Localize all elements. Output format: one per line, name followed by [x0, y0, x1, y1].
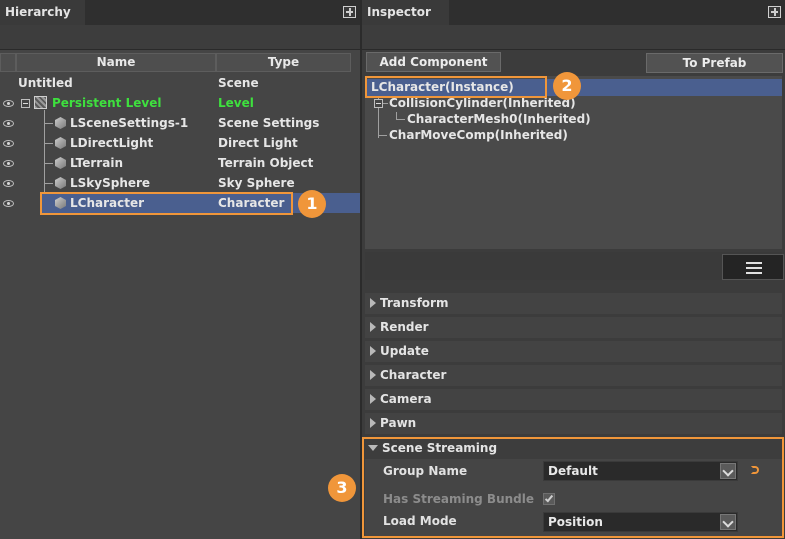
hierarchy-row-type: Direct Light	[218, 136, 298, 150]
inspector-tabbar: Inspector	[362, 0, 785, 25]
pin-icon[interactable]	[343, 6, 356, 18]
section-label: Transform	[380, 296, 449, 310]
hierarchy-row-name: LDirectLight	[70, 136, 154, 150]
hierarchy-row-name: LTerrain	[70, 156, 123, 170]
hierarchy-row-lterrain[interactable]: LTerrain Terrain Object	[0, 153, 360, 173]
visibility-eye-icon[interactable]	[3, 160, 14, 167]
inspector-subtoolbar	[365, 252, 782, 280]
hierarchy-row-type: Level	[218, 96, 254, 110]
actor-cube-icon	[55, 117, 66, 129]
tree-line	[396, 119, 405, 120]
add-component-button[interactable]: Add Component	[366, 52, 501, 72]
inspector-toolbar-strip	[362, 25, 785, 50]
expand-arrow-icon	[370, 370, 376, 380]
hierarchy-column-visibility	[0, 53, 16, 72]
visibility-eye-icon[interactable]	[3, 120, 14, 127]
actor-cube-icon	[55, 157, 66, 169]
tree-line	[378, 135, 387, 136]
visibility-eye-icon[interactable]	[3, 200, 14, 207]
hierarchy-row-type: Terrain Object	[218, 156, 314, 170]
hierarchy-tabbar: Hierarchy	[0, 0, 360, 25]
expand-arrow-icon	[370, 322, 376, 332]
hierarchy-row-name: LSceneSettings-1	[70, 116, 189, 130]
hierarchy-column-name[interactable]: Name	[16, 53, 216, 72]
level-icon	[34, 96, 47, 109]
inspector-tab[interactable]: Inspector	[362, 0, 449, 25]
section-transform[interactable]: Transform	[365, 293, 782, 314]
section-label: Character	[380, 368, 447, 382]
callout-badge-2: 2	[553, 72, 581, 100]
hierarchy-search-bar[interactable]	[0, 25, 360, 50]
hierarchy-row-type: Sky Sphere	[218, 176, 295, 190]
section-pawn[interactable]: Pawn	[365, 413, 782, 434]
expand-arrow-icon	[370, 298, 376, 308]
section-camera[interactable]: Camera	[365, 389, 782, 410]
hierarchy-row-name: Untitled	[18, 76, 73, 90]
component-item-character-mesh[interactable]: CharacterMesh0(Inherited)	[407, 111, 591, 128]
tree-line	[383, 103, 388, 104]
callout-box-2	[365, 76, 547, 98]
hierarchy-row-untitled[interactable]: Untitled Scene	[0, 73, 360, 93]
callout-badge-1: 1	[298, 190, 326, 218]
hierarchy-row-name: LSkySphere	[70, 176, 151, 190]
hierarchy-row-lscenesettings[interactable]: LSceneSettings-1 Scene Settings	[0, 113, 360, 133]
hierarchy-column-type[interactable]: Type	[216, 53, 351, 72]
section-label: Render	[380, 320, 429, 334]
hierarchy-tab[interactable]: Hierarchy	[0, 0, 85, 25]
expand-arrow-icon	[370, 418, 376, 428]
section-label: Update	[380, 344, 429, 358]
collapse-icon[interactable]	[374, 99, 383, 108]
visibility-eye-icon[interactable]	[3, 180, 14, 187]
pin-icon[interactable]	[768, 6, 781, 18]
hierarchy-row-name: Persistent Level	[52, 96, 162, 110]
callout-box-1	[40, 192, 293, 215]
actor-cube-icon	[55, 177, 66, 189]
section-label: Pawn	[380, 416, 417, 430]
details-view-button[interactable]	[722, 254, 784, 280]
callout-badge-3: 3	[328, 474, 356, 502]
expand-arrow-icon	[370, 346, 376, 356]
section-character[interactable]: Character	[365, 365, 782, 386]
to-prefab-button[interactable]: To Prefab	[646, 53, 783, 73]
hierarchy-row-persistent-level[interactable]: Persistent Level Level	[0, 93, 360, 113]
callout-box-3	[362, 437, 784, 538]
list-lines-icon-mid	[746, 267, 762, 269]
visibility-eye-icon[interactable]	[3, 140, 14, 147]
hierarchy-row-type: Scene Settings	[218, 116, 320, 130]
hierarchy-row-ldirectlight[interactable]: LDirectLight Direct Light	[0, 133, 360, 153]
component-item-charmovecomp[interactable]: CharMoveComp(Inherited)	[389, 127, 568, 144]
section-render[interactable]: Render	[365, 317, 782, 338]
section-update[interactable]: Update	[365, 341, 782, 362]
expand-arrow-icon	[370, 394, 376, 404]
section-label: Camera	[380, 392, 432, 406]
hierarchy-row-type: Scene	[218, 76, 259, 90]
actor-cube-icon	[55, 137, 66, 149]
visibility-eye-icon[interactable]	[3, 100, 14, 107]
collapse-icon[interactable]	[21, 99, 30, 108]
